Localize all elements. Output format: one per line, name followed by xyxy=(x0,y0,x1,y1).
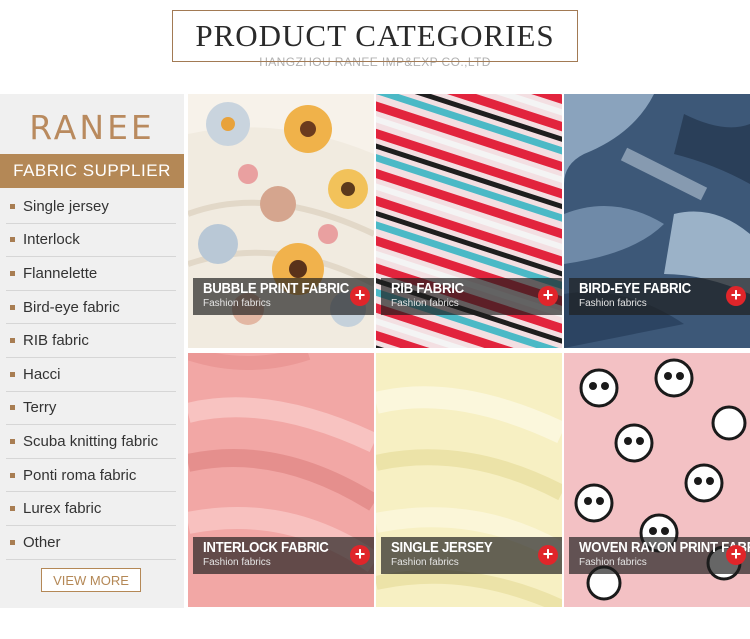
sidebar: RANEE FABRIC SUPPLIER Single jersey Inte… xyxy=(0,94,184,608)
bullet-icon xyxy=(10,405,15,411)
product-subtitle: Fashion fabrics xyxy=(203,557,271,568)
title-box: PRODUCT CATEGORIES xyxy=(172,10,578,62)
bullet-icon xyxy=(10,203,15,209)
bullet-icon xyxy=(10,539,15,545)
sidebar-heading: FABRIC SUPPLIER xyxy=(0,154,184,188)
product-tile-woven-rayon-print[interactable]: WOVEN RAYON PRINT FABRIC Fashion fabrics… xyxy=(564,353,750,607)
product-subtitle: Fashion fabrics xyxy=(391,298,459,309)
category-list: Single jersey Interlock Flannelette Bird… xyxy=(6,190,176,560)
product-title: SINGLE JERSEY xyxy=(391,539,493,556)
product-tile-bubble-print[interactable]: BUBBLE PRINT FABRIC Fashion fabrics + xyxy=(188,94,374,348)
product-title: BIRD-EYE FABRIC xyxy=(579,280,691,297)
header: HANGZHOU RANEE IMP&EXP CO.,LTD PRODUCT C… xyxy=(0,0,750,92)
category-item-terry[interactable]: Terry xyxy=(6,392,176,426)
category-item-other[interactable]: Other xyxy=(6,526,176,560)
bullet-icon xyxy=(10,438,15,444)
product-caption: WOVEN RAYON PRINT FABRIC Fashion fabrics… xyxy=(569,537,750,574)
product-subtitle: Fashion fabrics xyxy=(579,557,647,568)
product-subtitle: Fashion fabrics xyxy=(579,298,647,309)
bullet-icon xyxy=(10,304,15,310)
product-subtitle: Fashion fabrics xyxy=(203,298,271,309)
plus-icon[interactable]: + xyxy=(350,286,370,306)
page-title: PRODUCT CATEGORIES xyxy=(195,18,555,53)
plus-icon[interactable]: + xyxy=(726,286,746,306)
product-caption: RIB FABRIC Fashion fabrics + xyxy=(381,278,562,315)
plus-icon[interactable]: + xyxy=(350,545,370,565)
category-item-hacci[interactable]: Hacci xyxy=(6,358,176,392)
bullet-icon xyxy=(10,270,15,276)
product-caption: SINGLE JERSEY Fashion fabrics + xyxy=(381,537,562,574)
product-tile-bird-eye[interactable]: BIRD-EYE FABRIC Fashion fabrics + xyxy=(564,94,750,348)
view-more-button[interactable]: VIEW MORE xyxy=(41,568,141,592)
category-item-interlock[interactable]: Interlock xyxy=(6,224,176,258)
product-tile-rib[interactable]: RIB FABRIC Fashion fabrics + xyxy=(376,94,562,348)
category-item-bird-eye[interactable]: Bird-eye fabric xyxy=(6,291,176,325)
product-caption: BUBBLE PRINT FABRIC Fashion fabrics + xyxy=(193,278,374,315)
bullet-icon xyxy=(10,472,15,478)
bullet-icon xyxy=(10,506,15,512)
product-caption: INTERLOCK FABRIC Fashion fabrics + xyxy=(193,537,374,574)
bullet-icon xyxy=(10,338,15,344)
product-title: WOVEN RAYON PRINT FABRIC xyxy=(579,539,750,556)
product-caption: BIRD-EYE FABRIC Fashion fabrics + xyxy=(569,278,750,315)
category-item-ponti-roma[interactable]: Ponti roma fabric xyxy=(6,459,176,493)
category-item-scuba[interactable]: Scuba knitting fabric xyxy=(6,425,176,459)
category-item-rib[interactable]: RIB fabric xyxy=(6,324,176,358)
product-title: BUBBLE PRINT FABRIC xyxy=(203,280,350,297)
plus-icon[interactable]: + xyxy=(726,545,746,565)
product-title: INTERLOCK FABRIC xyxy=(203,539,329,556)
bullet-icon xyxy=(10,237,15,243)
product-tile-single-jersey[interactable]: SINGLE JERSEY Fashion fabrics + xyxy=(376,353,562,607)
product-tile-interlock[interactable]: INTERLOCK FABRIC Fashion fabrics + xyxy=(188,353,374,607)
brand-logo: RANEE xyxy=(29,108,155,147)
product-subtitle: Fashion fabrics xyxy=(391,557,459,568)
plus-icon[interactable]: + xyxy=(538,286,558,306)
bullet-icon xyxy=(10,371,15,377)
category-item-lurex[interactable]: Lurex fabric xyxy=(6,492,176,526)
category-item-single-jersey[interactable]: Single jersey xyxy=(6,190,176,224)
category-item-flannelette[interactable]: Flannelette xyxy=(6,257,176,291)
plus-icon[interactable]: + xyxy=(538,545,558,565)
product-title: RIB FABRIC xyxy=(391,280,464,297)
